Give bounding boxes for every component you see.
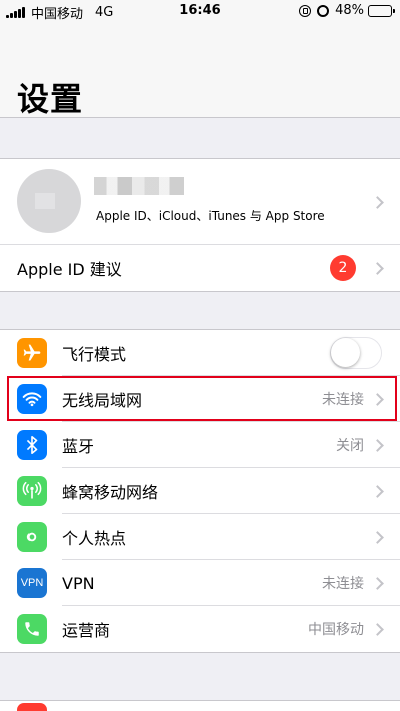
blurred-account-name: [94, 177, 184, 195]
notifications-icon: [17, 703, 47, 711]
navigation-header: 设置: [0, 22, 400, 118]
settings-row-wifi[interactable]: 无线局域网 未连接: [0, 376, 400, 422]
status-bar: 中国移动 4G 16:46 48%: [0, 0, 400, 22]
account-group: Apple ID、iCloud、iTunes 与 App Store Apple…: [0, 158, 400, 292]
apple-id-suggestions-label: Apple ID 建议: [17, 260, 122, 279]
chevron-right-icon: [371, 261, 384, 275]
cellular-label: 蜂窝移动网络: [62, 483, 159, 502]
chevron-right-icon: [371, 484, 384, 498]
notification-badge: 2: [330, 255, 356, 281]
settings-row-airplane[interactable]: 飞行模式: [0, 330, 400, 376]
profile-subtitle: Apple ID、iCloud、iTunes 与 App Store: [96, 209, 325, 223]
next-settings-group: [0, 700, 400, 711]
phone-icon: [17, 614, 47, 644]
battery-percentage: 48%: [335, 3, 364, 18]
carrier-value: 中国移动: [308, 622, 364, 638]
wifi-label: 无线局域网: [62, 391, 143, 410]
chevron-right-icon: [371, 530, 384, 544]
apple-id-suggestions-row[interactable]: Apple ID 建议 2: [0, 245, 400, 291]
alarm-icon: [317, 4, 330, 17]
bluetooth-status: 关闭: [336, 438, 364, 454]
bluetooth-icon: [17, 430, 47, 460]
vpn-label: VPN: [62, 573, 95, 593]
airplane-icon: [17, 338, 47, 368]
connectivity-group: 飞行模式 无线局域网 未连接 蓝牙 关闭 蜂窝移动网络 个人热点 VPN VPN…: [0, 329, 400, 653]
apple-id-profile-row[interactable]: Apple ID、iCloud、iTunes 与 App Store: [0, 159, 400, 245]
vpn-icon: VPN: [17, 568, 47, 598]
cellular-icon: [17, 476, 47, 506]
airplane-label: 飞行模式: [62, 345, 127, 364]
hotspot-icon: [17, 522, 47, 552]
settings-row-cellular[interactable]: 蜂窝移动网络: [0, 468, 400, 514]
vpn-status: 未连接: [322, 576, 364, 592]
rotation-lock-icon: [299, 4, 312, 17]
carrier-label: 运营商: [62, 621, 111, 640]
chevron-right-icon: [371, 576, 384, 590]
wifi-icon: [17, 384, 47, 414]
wifi-status: 未连接: [322, 392, 364, 408]
airplane-mode-toggle[interactable]: [330, 337, 382, 369]
hotspot-label: 个人热点: [62, 529, 127, 548]
chevron-right-icon: [371, 392, 384, 406]
settings-row-hotspot[interactable]: 个人热点: [0, 514, 400, 560]
settings-row-bluetooth[interactable]: 蓝牙 关闭: [0, 422, 400, 468]
chevron-right-icon: [371, 438, 384, 452]
settings-row-carrier[interactable]: 运营商 中国移动: [0, 606, 400, 652]
battery-icon: [368, 4, 395, 17]
chevron-right-icon: [371, 622, 384, 636]
chevron-right-icon: [371, 196, 384, 209]
settings-row-vpn[interactable]: VPN VPN 未连接: [0, 560, 400, 606]
page-title: 设置: [17, 80, 84, 118]
bluetooth-label: 蓝牙: [62, 437, 95, 456]
avatar: [17, 169, 81, 233]
